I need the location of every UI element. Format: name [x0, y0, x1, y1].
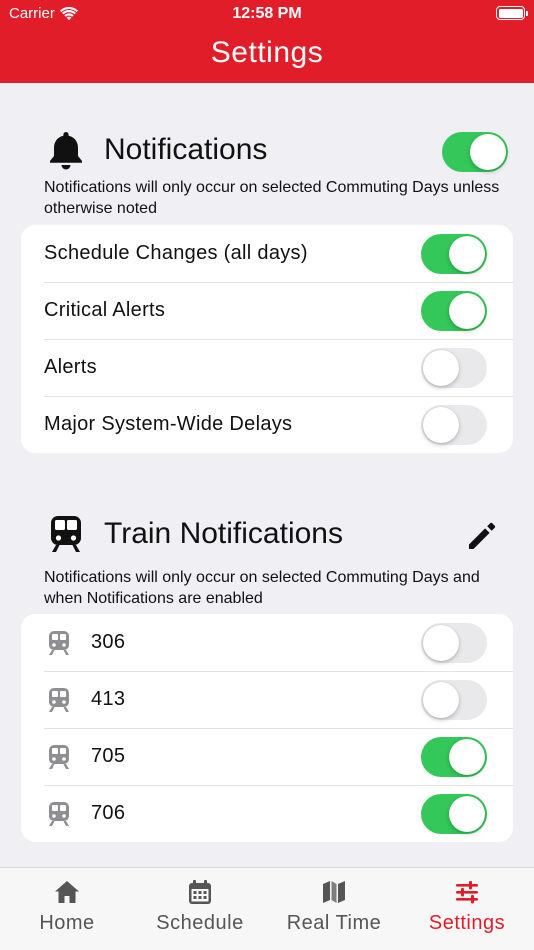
train-small-icon: [49, 745, 69, 769]
tab-schedule[interactable]: Schedule: [133, 878, 267, 935]
train-row-706: 706: [21, 785, 513, 842]
train-number: 705: [91, 745, 126, 767]
train-row-413: 413: [21, 671, 513, 728]
train-icon: [51, 516, 81, 552]
row-label: Major System-Wide Delays: [44, 413, 293, 435]
row-label: Critical Alerts: [44, 299, 166, 321]
notifications-title: Notifications: [104, 133, 268, 166]
edit-pencil-icon[interactable]: [466, 520, 498, 552]
sliders-icon: [456, 881, 478, 904]
train-notifications-card: 306 413 705 706: [21, 614, 513, 842]
train-small-icon: [49, 688, 69, 712]
train-row-306: 306: [21, 614, 513, 671]
train-notifications-note: Notifications will only occur on selecte…: [44, 569, 480, 607]
tab-settings[interactable]: Settings: [400, 878, 534, 935]
notification-row-major-delays: Major System-Wide Delays: [21, 396, 513, 453]
tab-label: Home: [39, 912, 95, 934]
schedule-changes-toggle[interactable]: [421, 234, 487, 274]
tab-label: Real Time: [286, 912, 382, 934]
train-small-icon: [49, 631, 69, 655]
battery-icon: [496, 6, 528, 20]
map-icon: [323, 881, 345, 903]
calendar-icon: [189, 880, 211, 904]
home-icon: [55, 881, 79, 903]
notifications-card: Schedule Changes (all days) Critical Ale…: [21, 225, 513, 453]
status-time: 12:58 PM: [232, 5, 302, 22]
train-number: 413: [91, 688, 126, 710]
major-delays-toggle[interactable]: [421, 405, 487, 445]
status-bar: Carrier 12:58 PM: [0, 0, 534, 28]
tab-label: Schedule: [156, 912, 244, 934]
row-label: Alerts: [44, 356, 97, 378]
notification-row-critical-alerts: Critical Alerts: [21, 282, 513, 339]
train-number: 306: [91, 631, 126, 653]
notifications-master-toggle[interactable]: [442, 132, 508, 172]
train-413-toggle[interactable]: [421, 680, 487, 720]
tab-bar: Home Schedule Real Time Settings: [0, 867, 534, 950]
train-row-705: 705: [21, 728, 513, 785]
train-number: 706: [91, 802, 126, 824]
toggle-knob: [470, 134, 506, 170]
critical-alerts-toggle[interactable]: [421, 291, 487, 331]
notifications-note: Notifications will only occur on selecte…: [44, 179, 500, 217]
notifications-header: Notifications: [48, 130, 267, 170]
header: Carrier 12:58 PM Settings: [0, 0, 534, 83]
notification-row-alerts: Alerts: [21, 339, 513, 396]
train-notifications-header: Train Notifications: [48, 514, 343, 554]
tab-label: Settings: [428, 912, 506, 934]
row-label: Schedule Changes (all days): [44, 242, 308, 264]
train-306-toggle[interactable]: [421, 623, 487, 663]
page-title: Settings: [210, 36, 324, 69]
tab-home[interactable]: Home: [0, 878, 134, 935]
train-small-icon: [49, 802, 69, 826]
train-notifications-title: Train Notifications: [104, 517, 343, 550]
alerts-toggle[interactable]: [421, 348, 487, 388]
tab-real-time[interactable]: Real Time: [267, 878, 401, 935]
train-705-toggle[interactable]: [421, 737, 487, 777]
notification-row-schedule-changes: Schedule Changes (all days): [21, 225, 513, 282]
train-706-toggle[interactable]: [421, 794, 487, 834]
bell-icon: [50, 132, 82, 170]
